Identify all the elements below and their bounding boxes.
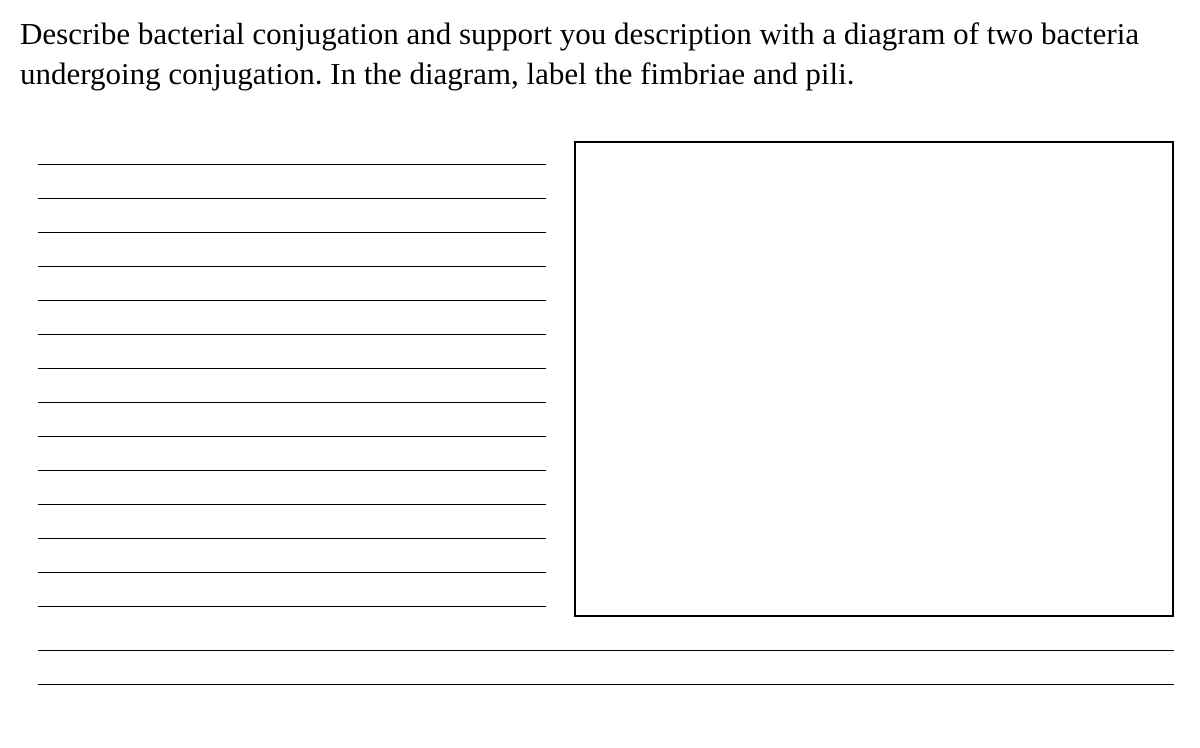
writing-line[interactable]	[38, 651, 1174, 685]
writing-line[interactable]	[38, 335, 546, 369]
writing-line[interactable]	[38, 131, 546, 165]
writing-line[interactable]	[38, 573, 546, 607]
writing-line[interactable]	[38, 165, 546, 199]
answer-lines-bottom	[20, 617, 1180, 685]
writing-line[interactable]	[38, 617, 1174, 651]
writing-line[interactable]	[38, 199, 546, 233]
writing-line[interactable]	[38, 369, 546, 403]
writing-line[interactable]	[38, 301, 546, 335]
writing-line[interactable]	[38, 267, 546, 301]
writing-line[interactable]	[38, 233, 546, 267]
answer-lines-left	[38, 131, 546, 607]
writing-line[interactable]	[38, 471, 546, 505]
writing-line[interactable]	[38, 539, 546, 573]
diagram-box[interactable]	[574, 141, 1174, 617]
writing-line[interactable]	[38, 403, 546, 437]
writing-line[interactable]	[38, 505, 546, 539]
writing-line[interactable]	[38, 437, 546, 471]
work-area	[20, 131, 1180, 617]
question-prompt: Describe bacterial conjugation and suppo…	[20, 14, 1180, 95]
